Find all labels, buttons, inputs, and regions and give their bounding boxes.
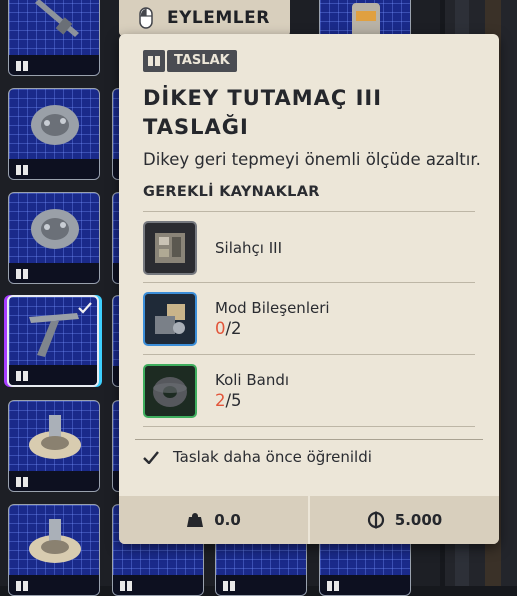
tooltip-footer: 0.0 5.000: [119, 496, 499, 544]
learned-status-label: Taslak daha önce öğrenildi: [173, 448, 372, 466]
blueprint-book-icon: [16, 371, 28, 381]
blueprint-book-icon: [16, 269, 28, 279]
stock-mod-icon: [29, 519, 81, 563]
grip-mod-icon: [31, 105, 79, 145]
resource-name: Mod Bileşenleri: [215, 299, 330, 317]
mouse-icon: [139, 7, 153, 29]
blueprint-book-icon: [120, 581, 132, 591]
resource-count: 0/2: [215, 319, 242, 338]
actions-tab-label: EYLEMLER: [167, 8, 270, 28]
resource-row: Mod Bileşenleri 0/2: [143, 291, 475, 347]
check-icon: [143, 450, 159, 464]
check-icon: [78, 302, 92, 314]
vertical-grip-icon: [29, 313, 79, 357]
actions-tab[interactable]: EYLEMLER: [119, 0, 290, 36]
required-resources-heading: GEREKLİ KAYNAKLAR: [143, 184, 320, 200]
inventory-slot-selected[interactable]: [7, 295, 99, 387]
mod-components-icon: [143, 292, 197, 346]
weight-icon: [187, 513, 204, 527]
coin-icon: [367, 511, 384, 529]
workbench-icon: [143, 221, 197, 275]
blueprint-book-icon: [223, 581, 235, 591]
inventory-slot[interactable]: [8, 504, 100, 596]
weight-cell: 0.0: [119, 496, 308, 544]
item-description: Dikey geri tepmeyi önemli ölçüde azaltır…: [143, 150, 481, 169]
price-cell: 5.000: [310, 496, 499, 544]
blueprint-icon: [143, 50, 165, 72]
blueprint-tooltip: TASLAK DİKEY TUTAMAÇ III TASLAĞI Dikey g…: [119, 34, 499, 544]
rifle-blueprint-icon: [35, 0, 79, 37]
blueprint-book-icon: [16, 61, 28, 71]
inventory-slot[interactable]: [8, 400, 100, 492]
stock-mod-icon: [29, 415, 81, 459]
divider: [143, 426, 475, 427]
price-value: 5.000: [394, 511, 443, 529]
blueprint-book-icon: [16, 581, 28, 591]
divider: [143, 211, 475, 212]
learned-status: Taslak daha önce öğrenildi: [143, 448, 372, 466]
blueprint-book-icon: [327, 581, 339, 591]
duct-tape-icon: [143, 364, 197, 418]
resource-name: Koli Bandı: [215, 371, 290, 389]
resource-row: Koli Bandı 2/5: [143, 363, 475, 419]
resource-name: Silahçı III: [215, 239, 283, 257]
inventory-slot[interactable]: [8, 192, 100, 284]
type-badge: TASLAK: [143, 50, 237, 72]
resource-count: 2/5: [215, 391, 242, 410]
type-badge-label: TASLAK: [167, 50, 237, 72]
divider: [143, 282, 475, 283]
resource-row: Silahçı III: [143, 220, 475, 276]
inventory-slot[interactable]: [8, 88, 100, 180]
divider: [143, 354, 475, 355]
inventory-slot[interactable]: [8, 0, 100, 76]
divider: [135, 439, 483, 440]
blueprint-book-icon: [16, 165, 28, 175]
blueprint-book-icon: [16, 477, 28, 487]
grip-mod-icon: [31, 209, 79, 249]
weight-value: 0.0: [214, 511, 241, 529]
item-title: DİKEY TUTAMAÇ III TASLAĞI: [143, 86, 383, 139]
